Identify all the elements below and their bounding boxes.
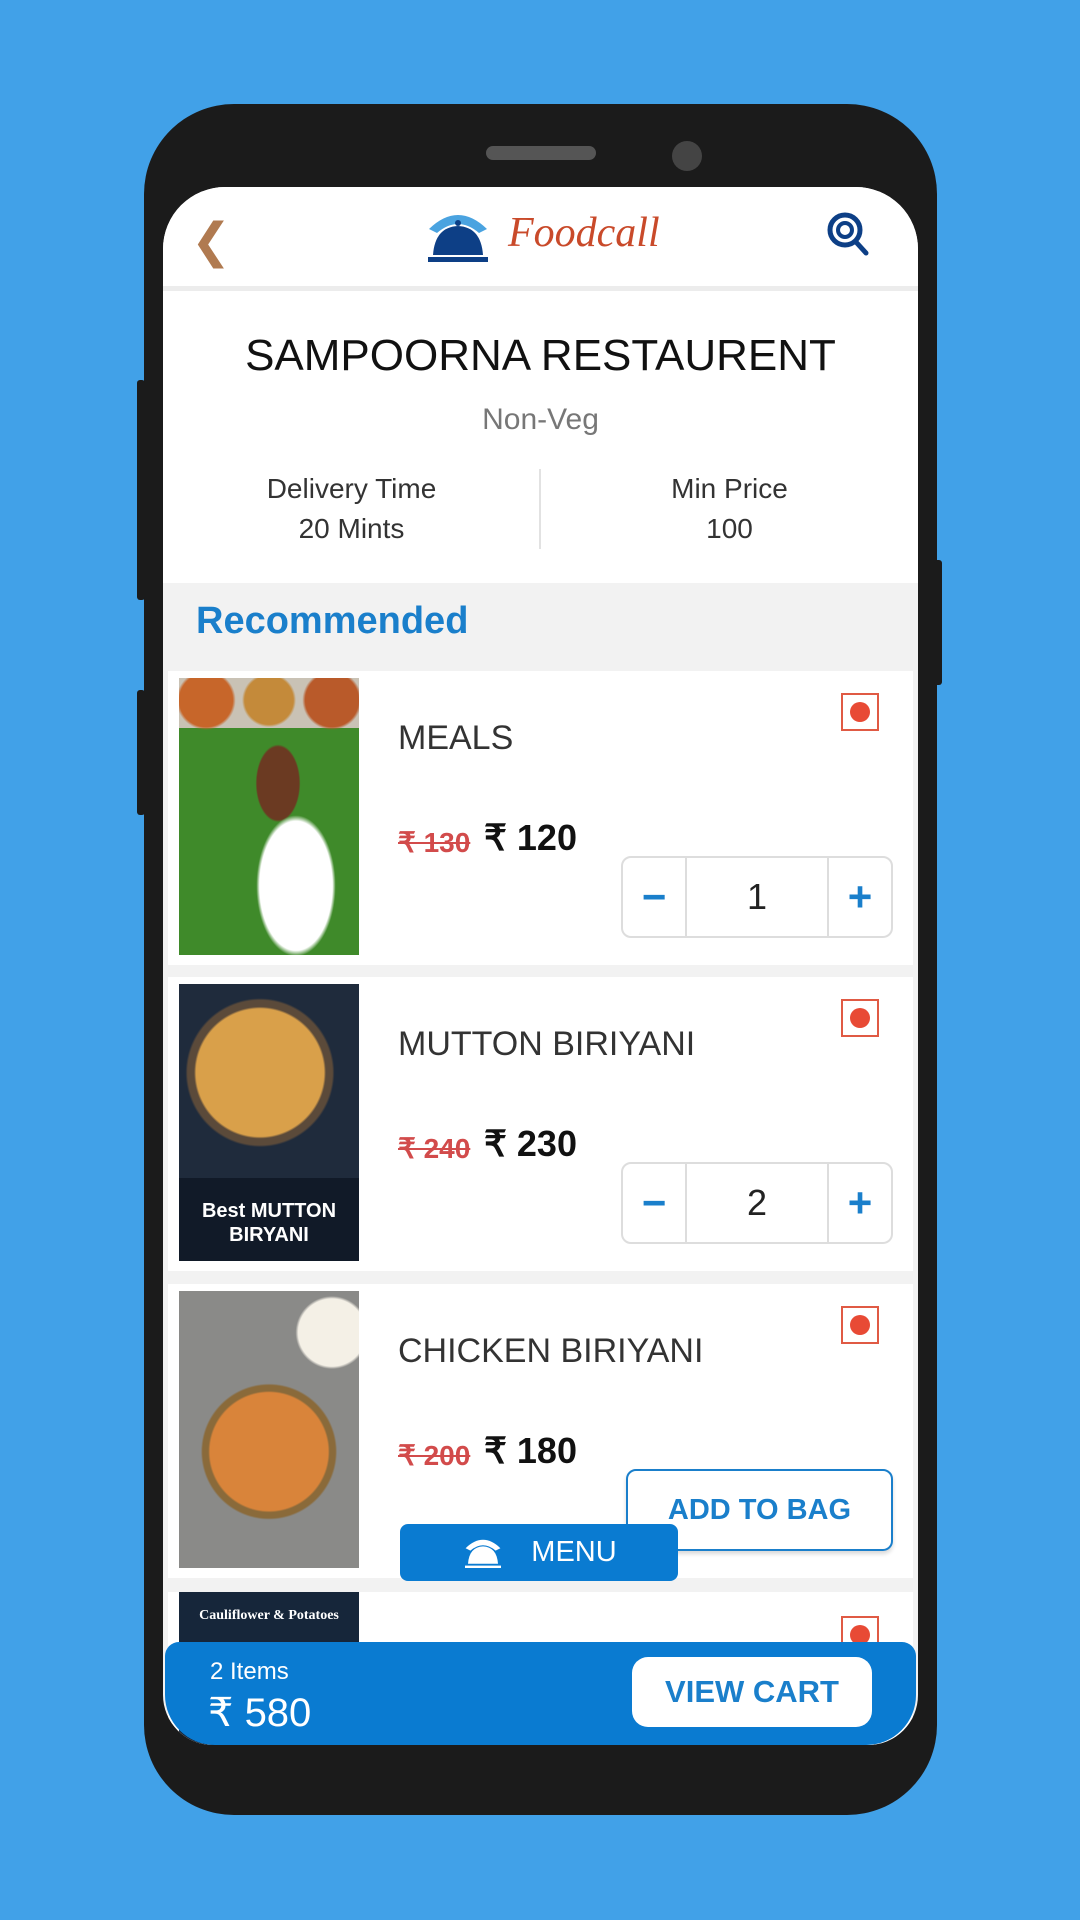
cart-bar: 2 Items ₹ 580 VIEW CART bbox=[165, 1642, 916, 1745]
phone-camera bbox=[672, 141, 702, 171]
min-price-value: 100 bbox=[706, 513, 753, 544]
restaurant-type: Non-Veg bbox=[482, 403, 599, 436]
food-image bbox=[179, 1291, 359, 1568]
non-veg-icon bbox=[841, 999, 879, 1037]
item-price: ₹ 230 bbox=[484, 1123, 577, 1164]
phone-speaker bbox=[486, 146, 596, 160]
image-caption: Cauliflower & Potatoes bbox=[199, 1608, 339, 1623]
menu-item-card[interactable]: MEALS ₹ 130 ₹ 120 − 1 + bbox=[168, 671, 913, 965]
non-veg-icon bbox=[841, 693, 879, 731]
foodcall-logo-icon bbox=[428, 215, 488, 262]
food-image bbox=[179, 678, 359, 955]
item-name: MEALS bbox=[398, 719, 514, 757]
quantity-value: 1 bbox=[685, 858, 829, 936]
item-price: ₹ 180 bbox=[484, 1430, 577, 1471]
delivery-label: Delivery Time bbox=[266, 473, 437, 504]
phone-button bbox=[934, 560, 942, 685]
cart-total: ₹ 580 bbox=[208, 1691, 312, 1735]
item-old-price: ₹ 200 bbox=[398, 1440, 471, 1471]
min-price-label: Min Price bbox=[671, 473, 788, 504]
search-icon[interactable] bbox=[826, 211, 870, 259]
view-cart-button[interactable]: VIEW CART bbox=[632, 1657, 872, 1727]
increase-button[interactable]: + bbox=[829, 858, 891, 936]
menu-button[interactable]: MENU bbox=[400, 1524, 678, 1581]
item-old-price: ₹ 240 bbox=[398, 1133, 471, 1164]
quantity-stepper[interactable]: − 1 + bbox=[621, 856, 893, 938]
chevron-left-icon: ❮ bbox=[191, 215, 232, 268]
cloche-phone-icon bbox=[465, 1539, 502, 1568]
min-price: Min Price 100 bbox=[541, 469, 918, 549]
app-screen: ❮ Foodcall SAMPOORNA RESTAURENT Non-Veg … bbox=[163, 187, 918, 1745]
section-title: Recommended bbox=[196, 600, 469, 642]
back-button[interactable]: ❮ bbox=[191, 213, 231, 269]
quantity-value: 2 bbox=[685, 1164, 829, 1242]
phone-button bbox=[137, 380, 145, 600]
image-caption: Best MUTTON BIRYANI bbox=[201, 1200, 337, 1246]
decrease-button[interactable]: − bbox=[623, 858, 685, 936]
item-name: MUTTON BIRIYANI bbox=[398, 1025, 696, 1063]
item-price: ₹ 120 bbox=[484, 817, 577, 858]
menu-label: MENU bbox=[531, 1536, 617, 1568]
delivery-value: 20 Mints bbox=[298, 513, 405, 544]
phone-button bbox=[137, 690, 145, 815]
delivery-time: Delivery Time 20 Mints bbox=[163, 469, 540, 549]
restaurant-info: SAMPOORNA RESTAURENT Non-Veg Delivery Ti… bbox=[163, 291, 918, 583]
food-image: Best MUTTON BIRYANI bbox=[179, 984, 359, 1261]
restaurant-name: SAMPOORNA RESTAURENT bbox=[245, 331, 836, 380]
cart-item-count: 2 Items bbox=[210, 1658, 289, 1685]
decrease-button[interactable]: − bbox=[623, 1164, 685, 1242]
non-veg-icon bbox=[841, 1306, 879, 1344]
menu-item-card[interactable]: Best MUTTON BIRYANI MUTTON BIRIYANI ₹ 24… bbox=[168, 977, 913, 1271]
item-name: CHICKEN BIRIYANI bbox=[398, 1332, 704, 1370]
item-old-price: ₹ 130 bbox=[398, 827, 471, 858]
quantity-stepper[interactable]: − 2 + bbox=[621, 1162, 893, 1244]
increase-button[interactable]: + bbox=[829, 1164, 891, 1242]
app-header: ❮ Foodcall bbox=[163, 187, 918, 291]
brand-name: Foodcall bbox=[508, 210, 660, 256]
